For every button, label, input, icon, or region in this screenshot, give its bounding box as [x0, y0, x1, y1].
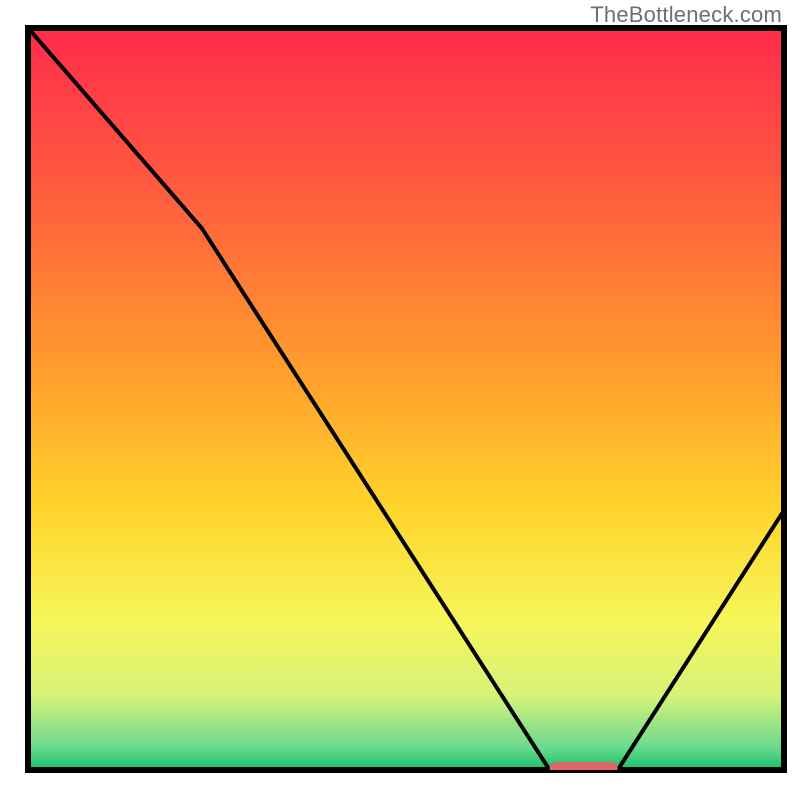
chart-container: TheBottleneck.com [0, 0, 800, 800]
gradient-background [28, 28, 784, 770]
chart-svg [0, 0, 800, 800]
watermark-label: TheBottleneck.com [590, 2, 782, 28]
